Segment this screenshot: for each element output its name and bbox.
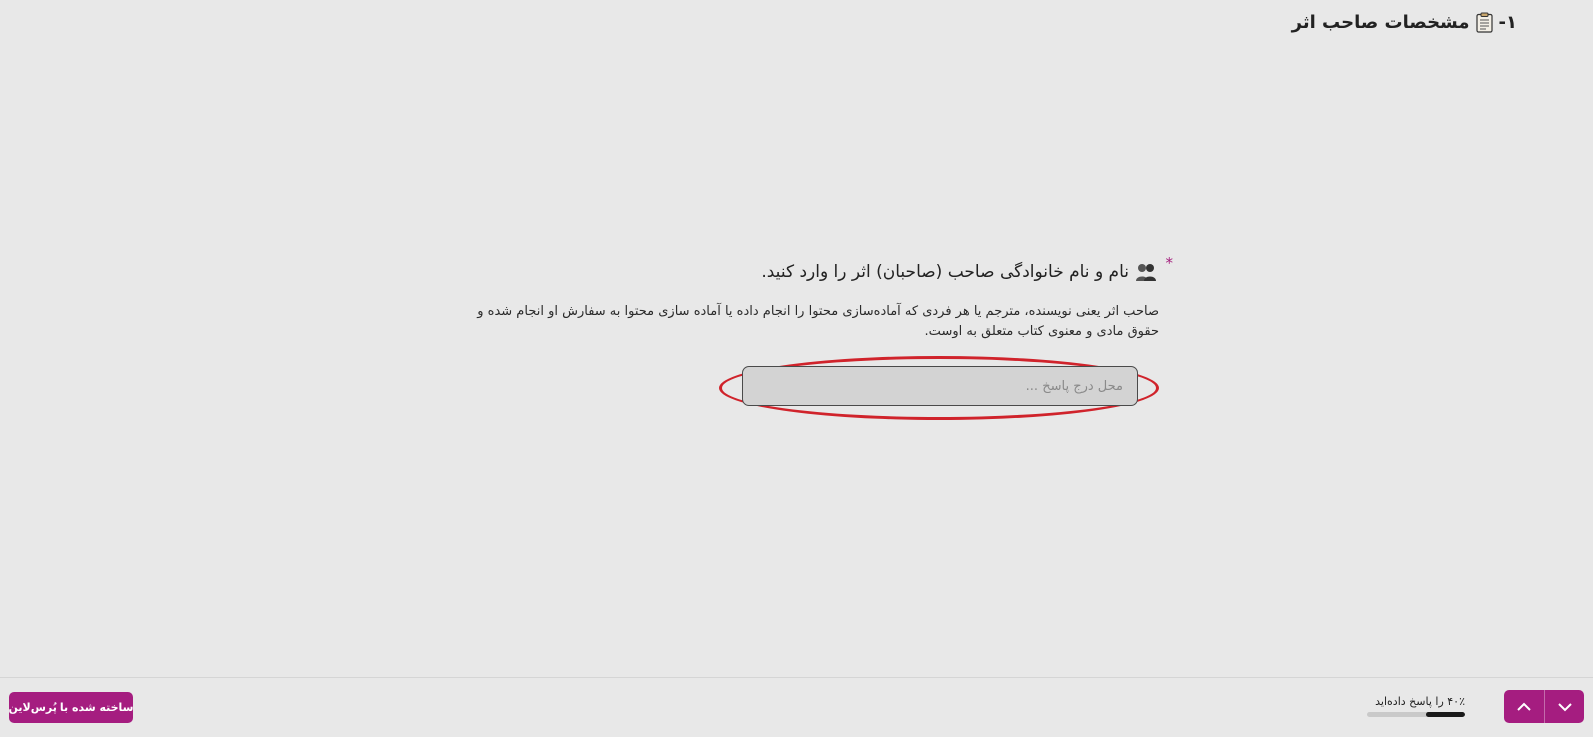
previous-question-button[interactable] xyxy=(1504,690,1544,723)
brand-name: پُرس‌لاین xyxy=(8,701,57,714)
section-header: ۱- مشخصات صاحب اثر xyxy=(1292,12,1517,33)
progress-track xyxy=(1367,712,1465,717)
question-navigation xyxy=(1504,690,1584,723)
brand-prefix: ساخته شده با xyxy=(59,701,134,714)
required-asterisk: * xyxy=(1165,254,1174,272)
next-question-button[interactable] xyxy=(1544,690,1584,723)
chevron-up-icon xyxy=(1517,702,1531,711)
people-icon xyxy=(1135,262,1157,282)
brand-badge-link[interactable]: ساخته شده با پُرس‌لاین xyxy=(8,692,134,723)
question-title: * نام و نام خانوادگی صاحب (صاحبان) اثر ر… xyxy=(455,254,1173,282)
question-description: صاحب اثر یعنی نویسنده، مترجم یا هر فردی … xyxy=(477,304,1159,339)
clipboard-icon xyxy=(1475,12,1493,33)
progress-label: ۴۰٪ را پاسخ داده‌اید xyxy=(1375,695,1465,708)
chevron-down-icon xyxy=(1557,702,1572,711)
section-number: ۱- xyxy=(1498,12,1517,33)
question-title-text: نام و نام خانوادگی صاحب (صاحبان) اثر را … xyxy=(761,262,1129,282)
question-block: * نام و نام خانوادگی صاحب (صاحبان) اثر ر… xyxy=(455,254,1173,420)
progress-fill xyxy=(1425,712,1465,717)
progress-indicator: ۴۰٪ را پاسخ داده‌اید xyxy=(1367,695,1465,717)
footer-bar: ساخته شده با پُرس‌لاین ۴۰٪ را پاسخ داده‌… xyxy=(0,677,1593,737)
answer-field-wrapper xyxy=(719,356,1159,420)
answer-input[interactable] xyxy=(742,366,1138,406)
section-title: مشخصات صاحب اثر xyxy=(1291,12,1470,33)
